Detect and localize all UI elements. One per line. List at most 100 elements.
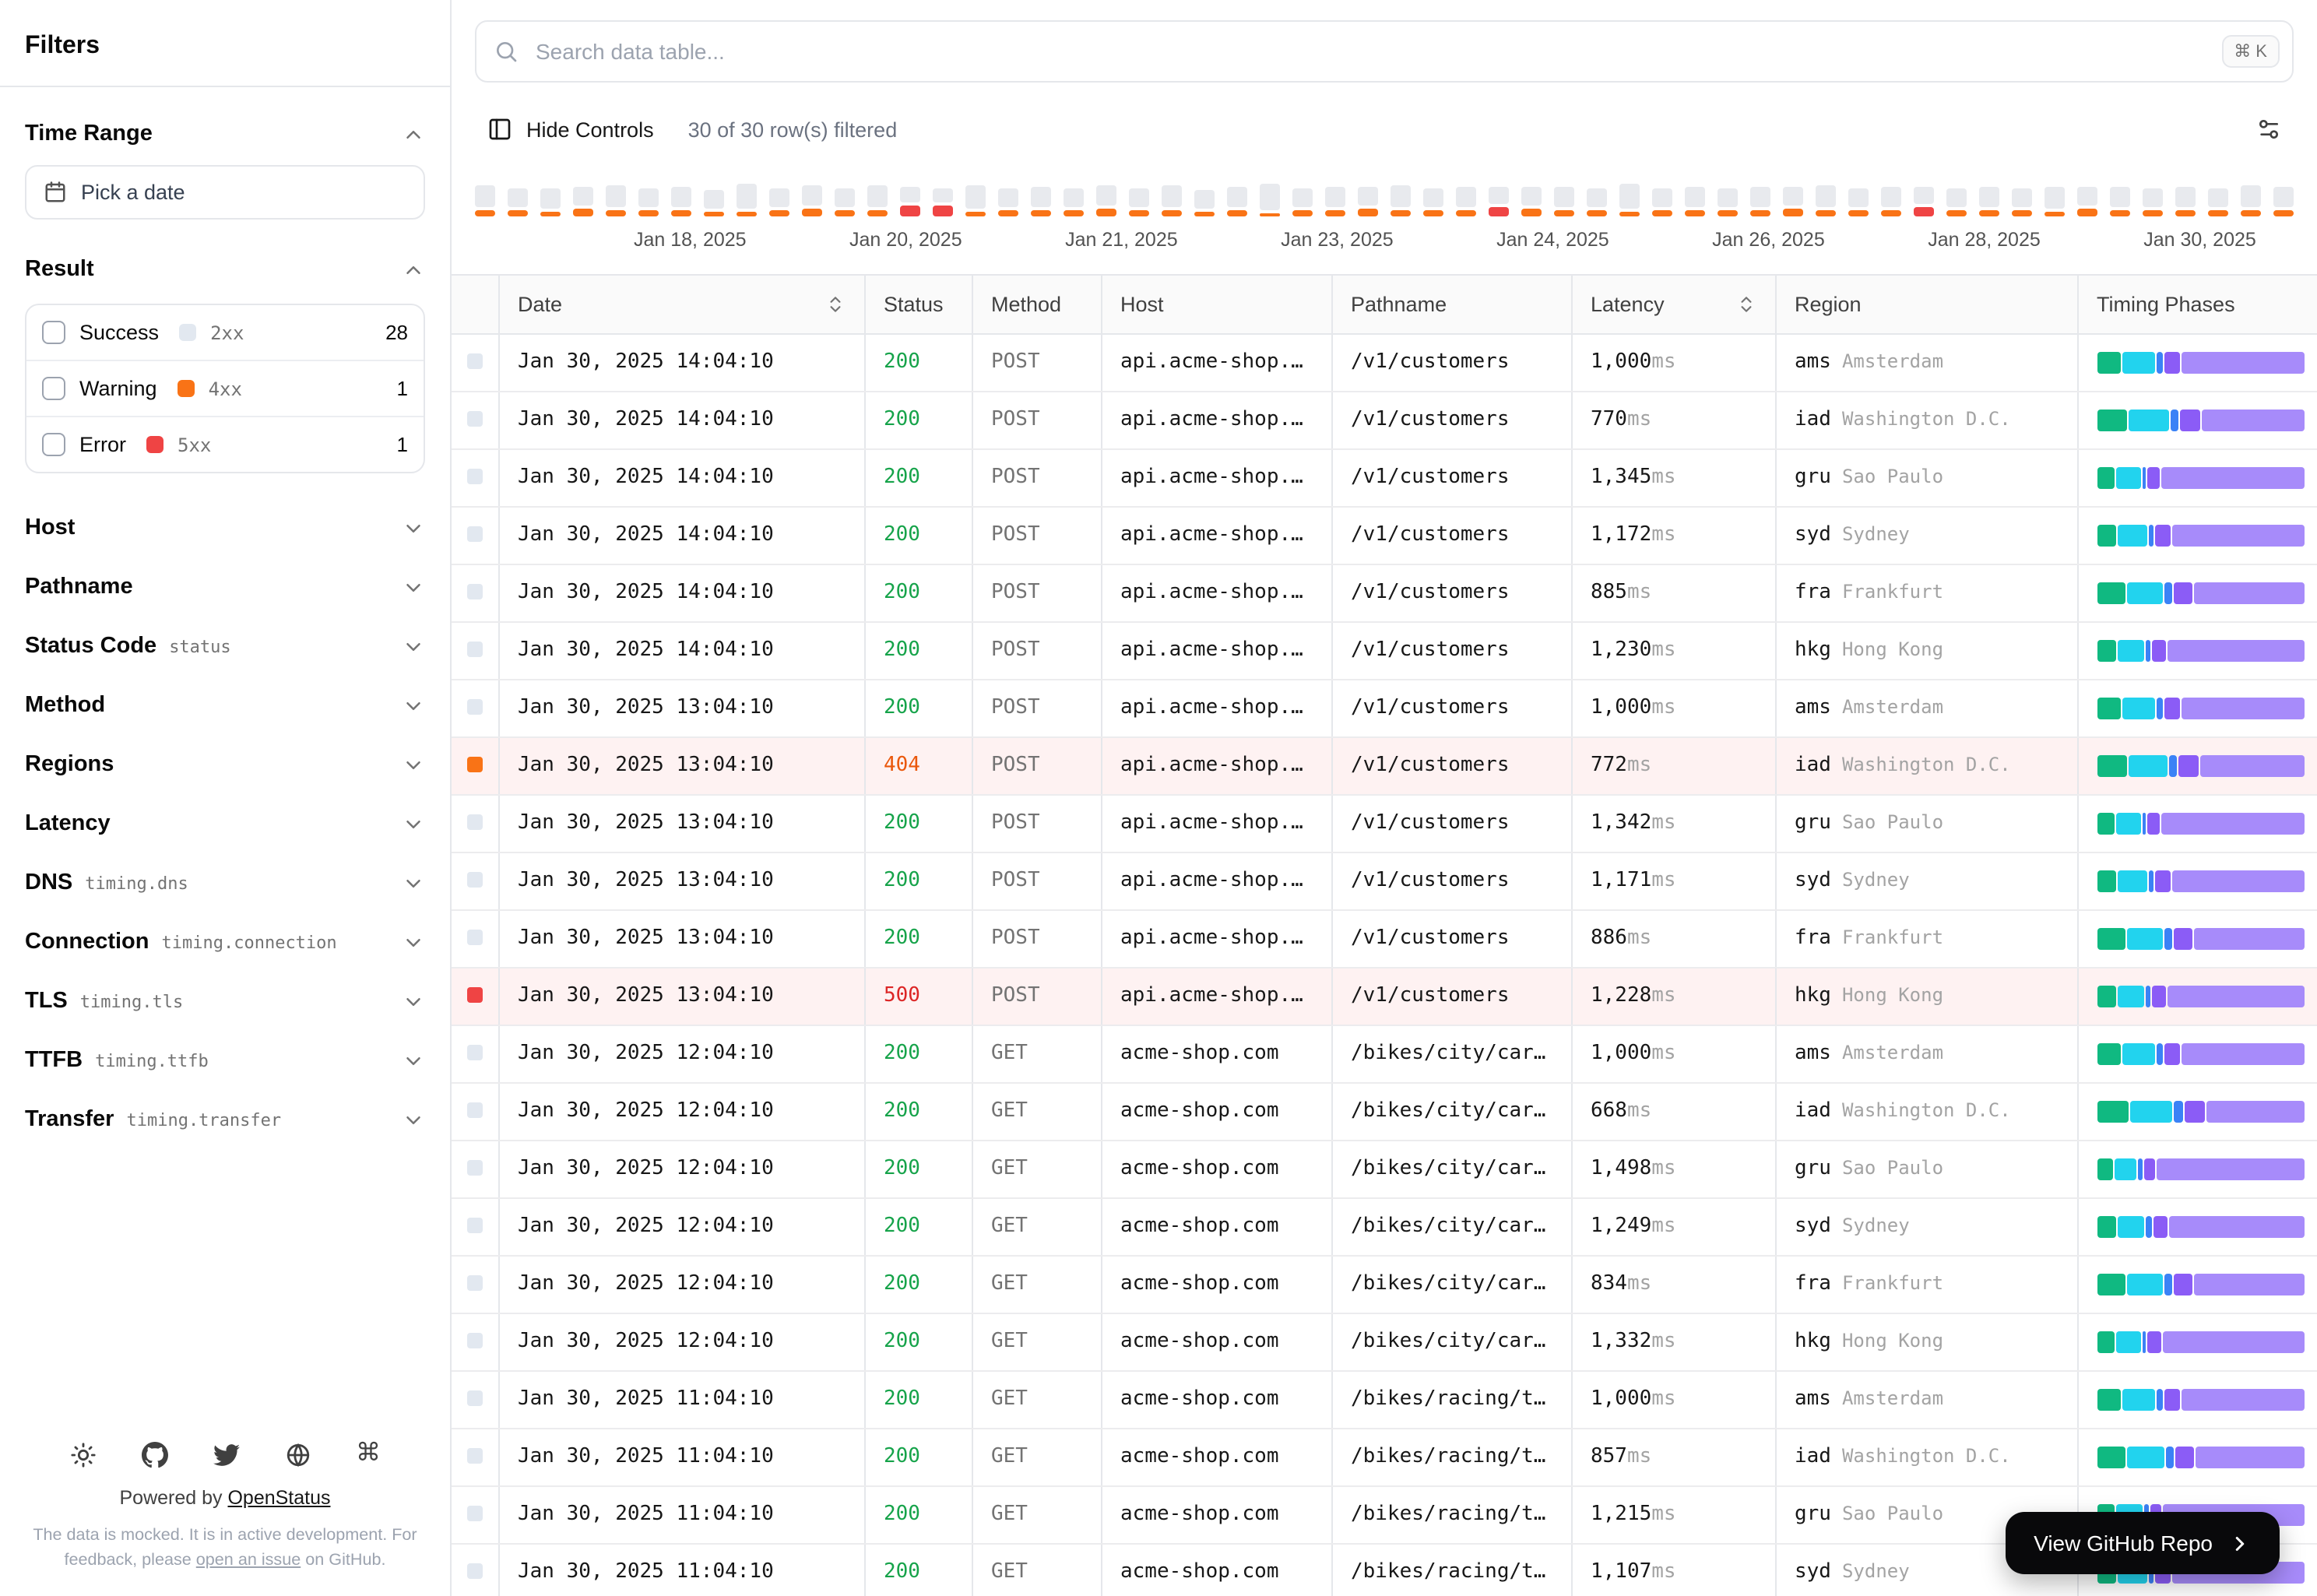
search-input[interactable]: [475, 20, 2294, 83]
table-row[interactable]: Jan 30, 2025 12:04:10 200 GET acme-shop.com…: [452, 1255, 2317, 1313]
timeline-bar[interactable]: [1358, 187, 1378, 216]
column-header-date[interactable]: Date: [498, 276, 865, 334]
table-row[interactable]: Jan 30, 2025 13:04:10 404 POST api.acme-sho…: [452, 736, 2317, 795]
view-github-repo-button[interactable]: View GitHub Repo: [2006, 1512, 2280, 1574]
table-row[interactable]: Jan 30, 2025 13:04:10 200 POST api.acme-sho…: [452, 794, 2317, 852]
table-row[interactable]: Jan 30, 2025 12:04:10 200 GET acme-shop.com…: [452, 1082, 2317, 1141]
github-icon[interactable]: [141, 1441, 167, 1468]
timeline-bar[interactable]: [1750, 187, 1770, 216]
timeline-bar[interactable]: [1718, 188, 1738, 216]
timeline-bar[interactable]: [1423, 188, 1443, 216]
timeline-bar[interactable]: [638, 188, 659, 216]
timeline-bar[interactable]: [1391, 185, 1411, 216]
timeline-bar[interactable]: [1064, 188, 1084, 216]
theme-toggle-sun-icon[interactable]: [69, 1441, 96, 1468]
table-row[interactable]: Jan 30, 2025 12:04:10 200 GET acme-shop.com…: [452, 1140, 2317, 1198]
table-row[interactable]: Jan 30, 2025 14:04:10 200 POST api.acme-sho…: [452, 621, 2317, 680]
timeline-bar[interactable]: [508, 188, 528, 216]
timeline-bar[interactable]: [573, 187, 593, 216]
sidebar-section-method[interactable]: Method: [25, 676, 425, 735]
timeline-bar[interactable]: [2012, 188, 2032, 216]
table-row[interactable]: Jan 30, 2025 13:04:10 200 POST api.acme-sho…: [452, 679, 2317, 737]
result-option-warning[interactable]: Warning 4xx 1: [26, 360, 424, 416]
timeline-bar[interactable]: [540, 188, 561, 216]
timeline-bar[interactable]: [1685, 187, 1705, 216]
timeline-bar[interactable]: [769, 188, 789, 216]
sidebar-section-dns[interactable]: DNS timing.dns: [25, 853, 425, 912]
timeline-bar[interactable]: [1979, 187, 1999, 216]
timeline-bar[interactable]: [867, 185, 888, 216]
timeline-bar[interactable]: [1619, 184, 1640, 216]
timeline-bar[interactable]: [1489, 187, 1509, 216]
timeline-bar[interactable]: [2273, 187, 2294, 216]
result-section-header[interactable]: Result: [25, 241, 425, 297]
table-row[interactable]: Jan 30, 2025 13:04:10 200 POST api.acme-sho…: [452, 909, 2317, 968]
table-row[interactable]: Jan 30, 2025 14:04:10 200 POST api.acme-sho…: [452, 448, 2317, 507]
timeline-bar[interactable]: [475, 185, 495, 216]
timeline-bar[interactable]: [1652, 188, 1672, 216]
timeline-bar[interactable]: [2143, 188, 2163, 216]
timeline-bar[interactable]: [606, 185, 626, 216]
table-row[interactable]: Jan 30, 2025 13:04:10 200 POST api.acme-sho…: [452, 852, 2317, 910]
sort-icon[interactable]: [824, 294, 845, 315]
table-row[interactable]: Jan 30, 2025 11:04:10 200 GET acme-shop.com…: [452, 1370, 2317, 1429]
table-row[interactable]: Jan 30, 2025 14:04:10 200 POST api.acme-sho…: [452, 564, 2317, 622]
timeline-bar[interactable]: [1914, 187, 1934, 216]
timeline-bar[interactable]: [1881, 187, 1901, 216]
timeline-bar[interactable]: [1848, 188, 1869, 216]
timeline-bar[interactable]: [1162, 185, 1182, 216]
table-row[interactable]: Jan 30, 2025 14:04:10 200 POST api.acme-sho…: [452, 391, 2317, 449]
timeline-bar[interactable]: [1816, 185, 1836, 216]
table-row[interactable]: Jan 30, 2025 14:04:10 200 POST api.acme-sho…: [452, 333, 2317, 392]
sidebar-section-tls[interactable]: TLS timing.tls: [25, 972, 425, 1031]
timeline-bar[interactable]: [933, 188, 953, 216]
sidebar-section-status-code[interactable]: Status Code status: [25, 617, 425, 676]
table-row[interactable]: Jan 30, 2025 11:04:10 200 GET acme-shop.com…: [452, 1428, 2317, 1486]
sidebar-section-ttfb[interactable]: TTFB timing.ttfb: [25, 1031, 425, 1090]
timeline-bar[interactable]: [900, 187, 920, 216]
sidebar-section-pathname[interactable]: Pathname: [25, 557, 425, 617]
sidebar-section-transfer[interactable]: Transfer timing.transfer: [25, 1090, 425, 1149]
timeline-bar[interactable]: [1129, 188, 1149, 216]
globe-icon[interactable]: [284, 1441, 311, 1468]
timeline-bar[interactable]: [1456, 187, 1476, 216]
time-range-section-header[interactable]: Time Range: [25, 106, 425, 162]
sidebar-section-latency[interactable]: Latency: [25, 794, 425, 853]
table-row[interactable]: Jan 30, 2025 12:04:10 200 GET acme-shop.com…: [452, 1025, 2317, 1083]
checkbox[interactable]: [42, 377, 65, 400]
column-header-latency[interactable]: Latency: [1571, 276, 1776, 334]
timeline-bar[interactable]: [1325, 187, 1345, 216]
timeline-bar[interactable]: [1521, 187, 1542, 216]
table-row[interactable]: Jan 30, 2025 14:04:10 200 POST api.acme-sho…: [452, 506, 2317, 564]
timeline-bar[interactable]: [835, 188, 855, 216]
timeline-bar[interactable]: [1031, 187, 1051, 216]
timeline-bar[interactable]: [1587, 188, 1607, 216]
result-option-success[interactable]: Success 2xx 28: [26, 305, 424, 360]
sidebar-section-regions[interactable]: Regions: [25, 735, 425, 794]
command-icon[interactable]: ⌘: [356, 1441, 381, 1467]
table-row[interactable]: Jan 30, 2025 12:04:10 200 GET acme-shop.com…: [452, 1197, 2317, 1256]
timeline-bar[interactable]: [2208, 188, 2228, 216]
timeline-bar[interactable]: [1260, 184, 1280, 216]
twitter-icon[interactable]: [213, 1441, 239, 1468]
timeline-bar[interactable]: [2045, 187, 2065, 216]
checkbox[interactable]: [42, 321, 65, 344]
timeline-bar[interactable]: [1783, 187, 1803, 216]
timeline-bar[interactable]: [671, 187, 691, 216]
sidebar-section-connection[interactable]: Connection timing.connection: [25, 912, 425, 972]
timeline-bar[interactable]: [2110, 187, 2130, 216]
sort-icon[interactable]: [1735, 294, 1756, 315]
timeline-bar[interactable]: [1554, 187, 1574, 216]
timeline-bar[interactable]: [2175, 187, 2196, 216]
timeline-bar[interactable]: [737, 184, 757, 216]
timeline-bar[interactable]: [1194, 190, 1215, 216]
checkbox[interactable]: [42, 433, 65, 456]
timeline-bar[interactable]: [1227, 187, 1247, 216]
timeline-bar[interactable]: [998, 188, 1018, 216]
timeline-bar[interactable]: [704, 190, 724, 216]
timeline-bar[interactable]: [2241, 185, 2261, 216]
openstatus-link[interactable]: OpenStatus: [227, 1486, 330, 1508]
timeline-bar[interactable]: [1292, 188, 1313, 216]
result-option-error[interactable]: Error 5xx 1: [26, 416, 424, 472]
timeline-bar[interactable]: [1946, 188, 1967, 216]
